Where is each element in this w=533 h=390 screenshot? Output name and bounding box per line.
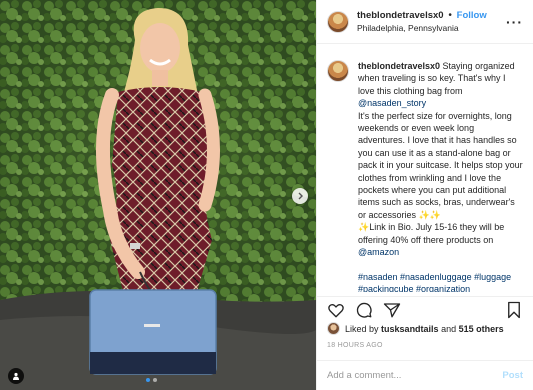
separator-dot: • xyxy=(448,10,452,21)
post-sidebar: theblondetravelsx0 • Follow Philadelphia… xyxy=(316,0,533,390)
author-username[interactable]: theblondetravelsx0 xyxy=(357,10,444,21)
comment-input[interactable] xyxy=(327,370,503,381)
post-timestamp[interactable]: 18 HOURS AGO xyxy=(327,342,383,349)
like-button[interactable] xyxy=(325,299,347,321)
share-button[interactable] xyxy=(381,299,403,321)
save-button[interactable] xyxy=(503,299,525,321)
more-options-icon[interactable]: ··· xyxy=(506,14,523,30)
avatar[interactable] xyxy=(327,10,349,33)
likes-conjunction: and xyxy=(441,323,457,334)
hashtags[interactable]: #nasaden #nasadenluggage #luggage #packi… xyxy=(358,272,511,292)
post-comment-button[interactable]: Post xyxy=(502,370,523,381)
likes-others-link[interactable]: 515 others xyxy=(459,324,504,334)
emoji-glyphs: ✨✨ xyxy=(418,209,441,220)
mention-link[interactable]: @nasaden_story xyxy=(358,98,426,108)
caption-text-body: It's the perfect size for overnights, lo… xyxy=(358,110,523,220)
post-location[interactable]: Philadelphia, Pennsylvania xyxy=(357,23,506,33)
liker-avatar[interactable] xyxy=(327,322,340,335)
action-bar xyxy=(317,296,533,322)
post-caption: theblondetravelsx0 Staying organized whe… xyxy=(317,52,533,292)
caption-text: theblondetravelsx0 Staying organized whe… xyxy=(358,60,523,292)
carousel-dot-active xyxy=(146,378,150,382)
liker-username[interactable]: tusksandtails xyxy=(381,324,439,334)
next-image-button[interactable] xyxy=(292,188,308,204)
author-info: theblondetravelsx0 • Follow Philadelphia… xyxy=(357,10,506,33)
bookmark-icon xyxy=(508,301,520,318)
caption-text-offer: ✨Link in Bio. July 15-16 they will be of… xyxy=(358,222,505,245)
likes-summary: Liked by tusksandtails and 515 others xyxy=(327,322,504,335)
post-modal: theblondetravelsx0 • Follow Philadelphia… xyxy=(0,0,533,390)
post-header: theblondetravelsx0 • Follow Philadelphia… xyxy=(317,0,533,44)
mention-link[interactable]: @amazon xyxy=(358,247,399,257)
share-icon xyxy=(383,302,401,317)
follow-button[interactable]: Follow xyxy=(457,10,487,21)
comment-icon xyxy=(356,302,372,318)
carousel-indicator xyxy=(146,378,157,382)
heart-icon xyxy=(328,303,344,317)
user-tag-button[interactable] xyxy=(8,368,24,384)
post-image xyxy=(0,0,316,390)
chevron-right-icon xyxy=(298,192,303,200)
likes-prefix: Liked by xyxy=(345,323,379,334)
caption-username[interactable]: theblondetravelsx0 xyxy=(358,61,440,71)
post-photo[interactable] xyxy=(0,0,316,390)
comment-composer: Post xyxy=(317,360,533,390)
carousel-dot xyxy=(153,378,157,382)
caption-avatar[interactable] xyxy=(327,60,349,82)
comment-button[interactable] xyxy=(353,299,375,321)
user-tag-icon xyxy=(13,372,19,380)
